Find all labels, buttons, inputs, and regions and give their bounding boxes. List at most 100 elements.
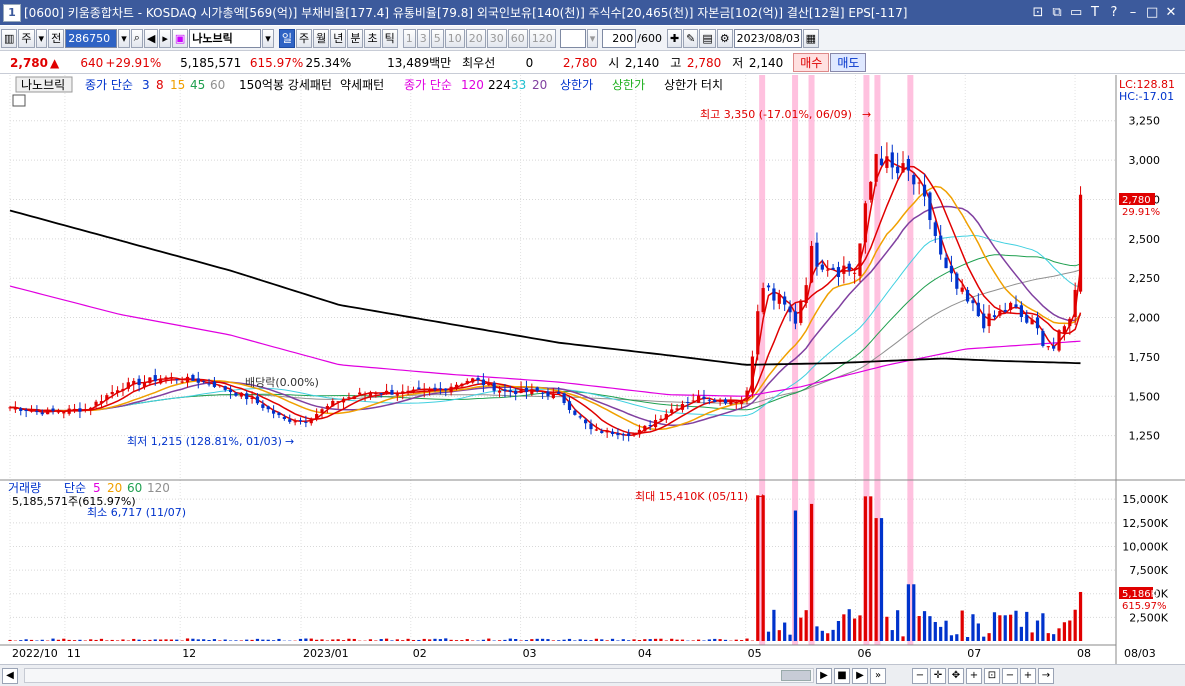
period-day-tab[interactable]: 일 xyxy=(278,28,295,48)
count-input[interactable]: 200 xyxy=(602,28,637,48)
volume-bar xyxy=(159,639,163,641)
stop-icon[interactable]: ■ xyxy=(834,667,850,684)
dropdown-icon[interactable]: ▾ xyxy=(35,28,48,48)
draw-icon[interactable]: ✎ xyxy=(683,28,699,48)
code-dropdown-icon[interactable]: ▾ xyxy=(118,28,130,48)
buy-button[interactable]: 매수 xyxy=(793,53,830,72)
candle-body xyxy=(35,411,39,413)
candle-body xyxy=(912,175,916,185)
volume-bar xyxy=(863,496,867,641)
help-icon[interactable]: ? xyxy=(1108,5,1120,20)
scroll-thumb[interactable] xyxy=(781,670,811,681)
volume-max-annotation: 최대 15,410K (05/11) xyxy=(635,490,748,503)
candle-body xyxy=(180,381,184,383)
maximize-icon[interactable]: □ xyxy=(1146,5,1158,20)
zoom-minus-icon[interactable]: − xyxy=(1002,667,1018,684)
sell-button[interactable]: 매도 xyxy=(830,53,867,72)
candle-body xyxy=(562,393,566,404)
minute-120-button[interactable]: 120 xyxy=(528,28,556,48)
minimize-icon[interactable]: – xyxy=(1127,5,1139,20)
fast-forward-icon[interactable]: » xyxy=(870,667,886,684)
crosshair-icon[interactable]: ✛ xyxy=(930,667,946,684)
volume-bar xyxy=(896,610,900,641)
candle-body xyxy=(476,377,480,381)
candle-body xyxy=(401,391,405,393)
speaker-icon[interactable]: ◀ xyxy=(143,28,159,48)
time-tick-label: 08/03 xyxy=(1124,647,1156,660)
volume-bar xyxy=(331,639,335,641)
indicator-icon[interactable]: ✚ xyxy=(666,28,683,48)
candle-body xyxy=(901,163,905,173)
candle-body xyxy=(637,429,642,435)
custom-period-input[interactable] xyxy=(559,28,586,48)
candle-body xyxy=(352,396,356,400)
candle-body xyxy=(497,390,502,393)
volume-bar xyxy=(1046,633,1050,641)
save-icon[interactable]: ▤ xyxy=(699,28,716,48)
fit-icon[interactable]: ⊡ xyxy=(984,667,1000,684)
arrow-icon[interactable]: ▸ xyxy=(159,28,171,48)
price-chart[interactable]: 3,2503,0002,7502,5002,2502,0001,7501,500… xyxy=(0,75,1185,665)
minute-1-button[interactable]: 1 xyxy=(402,28,416,48)
restore-icon[interactable]: ⊡ xyxy=(1032,5,1044,20)
minute-20-button[interactable]: 20 xyxy=(465,28,486,48)
volume-bar xyxy=(411,639,416,641)
volume-tag-pct: 615.97% xyxy=(1122,601,1167,612)
grid-toggle-icon[interactable] xyxy=(12,94,26,107)
calendar-icon[interactable]: ▦ xyxy=(802,28,820,48)
period-minute-tab[interactable]: 분 xyxy=(347,28,364,48)
stock-name-field[interactable]: 나노브릭 xyxy=(189,28,262,48)
candle-body xyxy=(202,380,206,382)
volume-bar xyxy=(503,639,507,641)
candle-body xyxy=(815,242,819,267)
layout-icon[interactable]: ▭ xyxy=(1070,5,1082,20)
candle-body xyxy=(454,384,459,389)
period-month-tab[interactable]: 월 xyxy=(313,28,330,48)
zoom-out-icon[interactable]: − xyxy=(912,667,928,684)
scroll-left-icon[interactable]: ◀ xyxy=(2,667,18,684)
date-input[interactable]: 2023/08/03 xyxy=(733,28,802,48)
text-icon[interactable]: T xyxy=(1089,5,1101,20)
type-main-select[interactable]: 주 xyxy=(18,28,35,48)
period-tick-tab[interactable]: 틱 xyxy=(381,28,398,48)
candle-body xyxy=(847,263,851,271)
volume-bar xyxy=(616,640,620,641)
candle-body xyxy=(702,396,706,399)
minute-10-button[interactable]: 10 xyxy=(444,28,465,48)
candle-body xyxy=(524,387,529,392)
period-year-tab[interactable]: 년 xyxy=(330,28,347,48)
chart-type-icon[interactable]: ▥ xyxy=(1,28,18,48)
volume-bar xyxy=(998,615,1002,641)
minute-60-button[interactable]: 60 xyxy=(507,28,528,48)
candle-body xyxy=(632,433,636,435)
type-all-button[interactable]: 전 xyxy=(48,28,65,48)
time-tick-label: 11 xyxy=(67,647,81,660)
candle-body xyxy=(761,288,765,313)
volume-bar xyxy=(245,639,249,641)
history-icon[interactable]: ▾ xyxy=(262,28,274,48)
candle-body xyxy=(804,285,808,304)
price-tick-label: 1,500 xyxy=(1129,390,1161,403)
arrow-right-icon[interactable]: → xyxy=(1038,667,1054,684)
settings-icon[interactable]: ⚙ xyxy=(716,28,733,48)
minute-5-button[interactable]: 5 xyxy=(430,28,444,48)
candle-body xyxy=(417,387,421,390)
search-icon[interactable]: ⌕ xyxy=(130,28,143,48)
period-second-tab[interactable]: 초 xyxy=(364,28,381,48)
scroll-right-icon[interactable]: ▶ xyxy=(816,667,832,684)
close-icon[interactable]: ✕ xyxy=(1165,5,1177,20)
pan-icon[interactable]: ✥ xyxy=(948,667,964,684)
horizontal-scrollbar[interactable] xyxy=(24,668,814,683)
custom-period-dropdown-icon[interactable]: ▾ xyxy=(586,28,599,48)
copy-window-icon[interactable]: ⧉ xyxy=(1051,5,1063,20)
minute-3-button[interactable]: 3 xyxy=(416,28,430,48)
zoom-in-icon[interactable]: + xyxy=(966,667,982,684)
play-icon[interactable]: ▶ xyxy=(852,667,868,684)
candle-body xyxy=(756,311,760,355)
zoom-plus-icon[interactable]: + xyxy=(1020,667,1036,684)
volume-bar xyxy=(551,640,555,641)
volume-bar xyxy=(1030,632,1034,641)
minute-30-button[interactable]: 30 xyxy=(486,28,507,48)
period-week-tab[interactable]: 주 xyxy=(295,28,313,48)
stock-code-input[interactable]: 286750 xyxy=(65,28,118,48)
